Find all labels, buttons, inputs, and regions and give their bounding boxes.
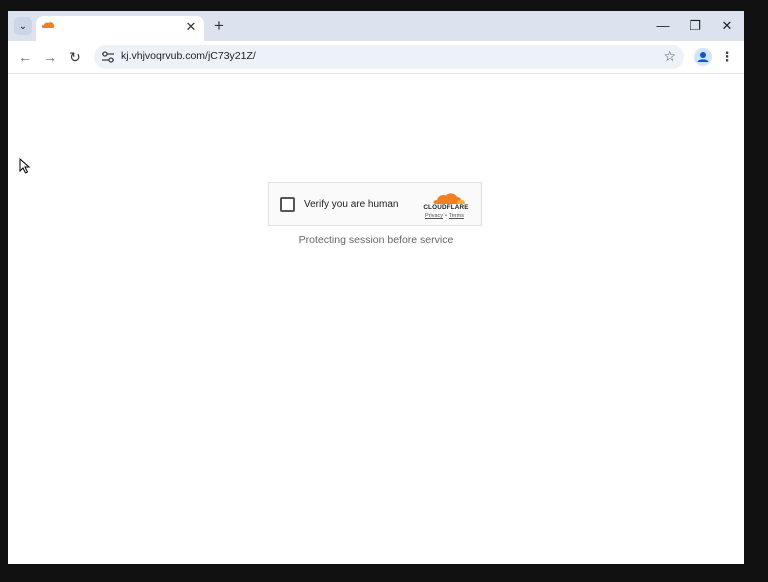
browser-toolbar: ← → ↻ kj.vhjvoqrvub.com/jC73y21Z/ ☆ ⋮ [8,41,744,74]
back-icon[interactable]: ← [16,48,34,66]
new-tab-button[interactable]: + [210,17,228,35]
privacy-link[interactable]: Privacy [425,213,443,219]
profile-avatar-icon[interactable] [694,48,712,66]
browser-window: ⌄ ✕ + — ❐ ✕ ← → ↻ kj.vhjvoqrvub.com/jC73… [8,11,744,564]
cloudflare-links: Privacy • Terms [425,213,464,219]
verify-label[interactable]: Verify you are human [304,199,399,210]
verify-checkbox[interactable] [280,197,295,212]
site-settings-icon[interactable] [100,49,116,65]
captcha-widget: Verify you are human CLOUDFLARE Privacy •… [268,182,482,226]
cloudflare-favicon-icon [41,22,55,28]
person-icon [697,52,709,62]
restore-icon[interactable]: ❐ [686,17,704,35]
tab-active[interactable]: ✕ [36,16,204,41]
url-text[interactable]: kj.vhjvoqrvub.com/jC73y21Z/ [121,50,256,62]
tab-search-button[interactable]: ⌄ [14,17,32,35]
browser-menu-icon[interactable]: ⋮ [720,48,734,66]
tab-strip: ⌄ ✕ + — ❐ ✕ [8,11,744,41]
mouse-cursor-icon [19,158,31,174]
terms-link[interactable]: Terms [449,213,464,219]
address-bar[interactable]: kj.vhjvoqrvub.com/jC73y21Z/ ☆ [94,45,684,69]
cloudflare-brand-text: CLOUDFLARE [423,204,469,211]
minimize-icon[interactable]: — [654,17,672,35]
page-content: Verify you are human CLOUDFLARE Privacy •… [8,74,744,564]
chevron-down-icon: ⌄ [18,20,28,32]
reload-icon[interactable]: ↻ [66,48,84,66]
status-text: Protecting session before service [298,234,454,246]
tab-close-icon[interactable]: ✕ [184,20,198,34]
bookmark-star-icon[interactable]: ☆ [663,48,676,65]
close-window-icon[interactable]: ✕ [718,17,736,35]
forward-icon[interactable]: → [41,48,59,66]
